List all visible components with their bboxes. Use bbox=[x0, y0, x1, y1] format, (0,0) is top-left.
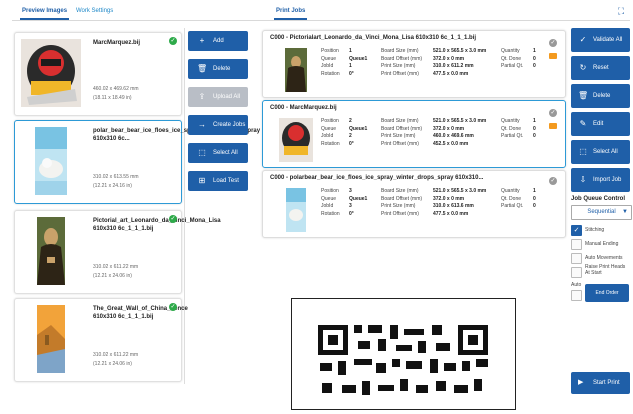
job-title: C000 - MarcMarquez.bij bbox=[270, 105, 337, 111]
auto-movements-label: Auto Movements bbox=[585, 255, 623, 261]
tab-print-jobs[interactable]: Print Jobs bbox=[273, 8, 308, 20]
create-jobs-button[interactable]: → Create Jobs bbox=[188, 115, 248, 135]
upload-all-button[interactable]: ⇪ Upload All bbox=[188, 87, 248, 107]
file-thumbnail bbox=[21, 39, 81, 107]
delete-job-button[interactable]: 🗑 Delete bbox=[571, 84, 630, 108]
raise-print-heads-checkbox[interactable] bbox=[571, 267, 582, 278]
file-dimensions: 310.02 x 611.22 mm (12.21 x 24.06 in) bbox=[93, 264, 139, 279]
select-all-icon: ⬚ bbox=[579, 147, 587, 156]
arrow-right-icon: → bbox=[198, 120, 206, 129]
job-thumbnail bbox=[279, 118, 313, 162]
expand-icon[interactable]: ⛶ bbox=[616, 6, 626, 16]
upload-icon: ⇪ bbox=[198, 92, 206, 101]
file-thumbnail bbox=[21, 127, 81, 195]
job-status-icon: ✓ bbox=[549, 177, 557, 185]
file-name: MarcMarquez.bij bbox=[93, 40, 141, 46]
play-icon: ▶ bbox=[578, 379, 584, 386]
qr-code-image bbox=[292, 299, 515, 409]
file-dimensions: 460.02 x 469.62 mm (18.11 x 18.49 in) bbox=[93, 86, 139, 101]
job-card[interactable]: C000 - polarbear_bear_ice_floes_ice_spra… bbox=[262, 170, 566, 238]
file-name: Pictorial_art_Leonardo_da_Vinci_Mona_Lis… bbox=[93, 218, 221, 232]
folder-icon[interactable] bbox=[549, 53, 557, 59]
auto-checkbox[interactable] bbox=[571, 290, 582, 301]
import-icon: ⇩ bbox=[579, 175, 587, 184]
folder-icon[interactable] bbox=[549, 123, 557, 129]
edit-button[interactable]: ✎ Edit bbox=[571, 112, 630, 136]
tab-preview-images[interactable]: Preview Images bbox=[19, 8, 70, 20]
reset-button[interactable]: ↻ Reset bbox=[571, 56, 630, 80]
file-dimensions: 310.02 x 611.22 mm (12.21 x 24.06 in) bbox=[93, 352, 139, 367]
reset-icon: ↻ bbox=[579, 63, 587, 72]
select-all-jobs-button[interactable]: ⬚ Select All bbox=[571, 140, 630, 164]
end-order-button[interactable]: End Order bbox=[585, 284, 629, 302]
validate-all-button[interactable]: ✓ Validate All bbox=[571, 28, 630, 52]
stitching-label: Stitching bbox=[585, 227, 605, 233]
manual-ending-checkbox[interactable] bbox=[571, 239, 582, 250]
job-status-icon: ✓ bbox=[549, 39, 557, 47]
queue-control-label: Job Queue Control bbox=[571, 196, 625, 202]
check-icon: ✓ bbox=[579, 35, 587, 44]
file-list: MarcMarquez.bij 460.02 x 469.62 mm (18.11… bbox=[12, 28, 261, 384]
job-title: C000 - Pictorialart_Leonardo_da_Vinci_Mo… bbox=[270, 35, 476, 41]
start-print-button[interactable]: ▶ Start Print bbox=[571, 372, 630, 394]
manual-ending-label: Manual Ending bbox=[585, 241, 619, 247]
select-all-files-button[interactable]: ⬚ Select All bbox=[188, 143, 248, 163]
load-test-button[interactable]: ⊞ Load Test bbox=[188, 171, 248, 191]
import-job-button[interactable]: ⇩ Import Job bbox=[571, 168, 630, 192]
right-tab-bar: Print Jobs ⛶ bbox=[262, 0, 630, 21]
tab-work-settings[interactable]: Work Settings bbox=[76, 8, 113, 14]
plus-icon: + bbox=[199, 36, 205, 45]
file-name: The_Great_Wall_of_China_Fence 610x310 6c… bbox=[93, 306, 188, 320]
chevron-down-icon: ▼ bbox=[622, 209, 628, 215]
check-icon: ✓ bbox=[169, 215, 177, 223]
file-dimensions: 310.02 x 613.55 mm (12.21 x 24.16 in) bbox=[93, 174, 139, 189]
auto-label: Auto bbox=[571, 282, 582, 288]
auto-movements-checkbox[interactable] bbox=[571, 253, 582, 264]
pencil-icon: ✎ bbox=[579, 119, 587, 128]
left-tab-bar: Preview Images Work Settings bbox=[12, 0, 262, 21]
job-thumbnail bbox=[279, 188, 313, 232]
job-card[interactable]: C000 - MarcMarquez.bij Position Queue JobI… bbox=[262, 100, 566, 168]
file-name: polar_bear_bear_ice_floes_ice_spray_wint… bbox=[93, 128, 261, 142]
file-thumbnail bbox=[21, 217, 81, 285]
load-test-icon: ⊞ bbox=[198, 176, 206, 185]
delete-file-button[interactable]: 🗑 Delete bbox=[188, 59, 248, 79]
check-icon: ✓ bbox=[169, 303, 177, 311]
raise-print-heads-label: Raise Print Heads At Start bbox=[585, 264, 626, 276]
stitching-checkbox[interactable]: ✓ bbox=[571, 225, 582, 236]
file-thumbnail bbox=[21, 305, 81, 373]
job-title: C000 - polarbear_bear_ice_floes_ice_spra… bbox=[270, 175, 484, 181]
trash-icon: 🗑 bbox=[578, 91, 589, 100]
select-all-icon: ⬚ bbox=[198, 148, 206, 157]
file-card[interactable]: polar_bear_bear_ice_floes_ice_spray_wint… bbox=[14, 120, 261, 204]
qr-code-overlay bbox=[291, 298, 516, 410]
check-icon: ✓ bbox=[169, 37, 177, 45]
job-status-icon: ✓ bbox=[549, 109, 557, 117]
job-card[interactable]: C000 - Pictorialart_Leonardo_da_Vinci_Mo… bbox=[262, 30, 566, 98]
file-card[interactable]: MarcMarquez.bij 460.02 x 469.62 mm (18.11… bbox=[14, 32, 182, 116]
job-thumbnail bbox=[279, 48, 313, 92]
file-card[interactable]: The_Great_Wall_of_China_Fence 610x310 6c… bbox=[14, 298, 188, 382]
add-button[interactable]: + Add bbox=[188, 31, 248, 51]
trash-icon: 🗑 bbox=[197, 64, 208, 73]
queue-mode-select[interactable]: Sequential ▼ bbox=[571, 205, 632, 220]
file-card[interactable]: Pictorial_art_Leonardo_da_Vinci_Mona_Lis… bbox=[14, 210, 221, 294]
